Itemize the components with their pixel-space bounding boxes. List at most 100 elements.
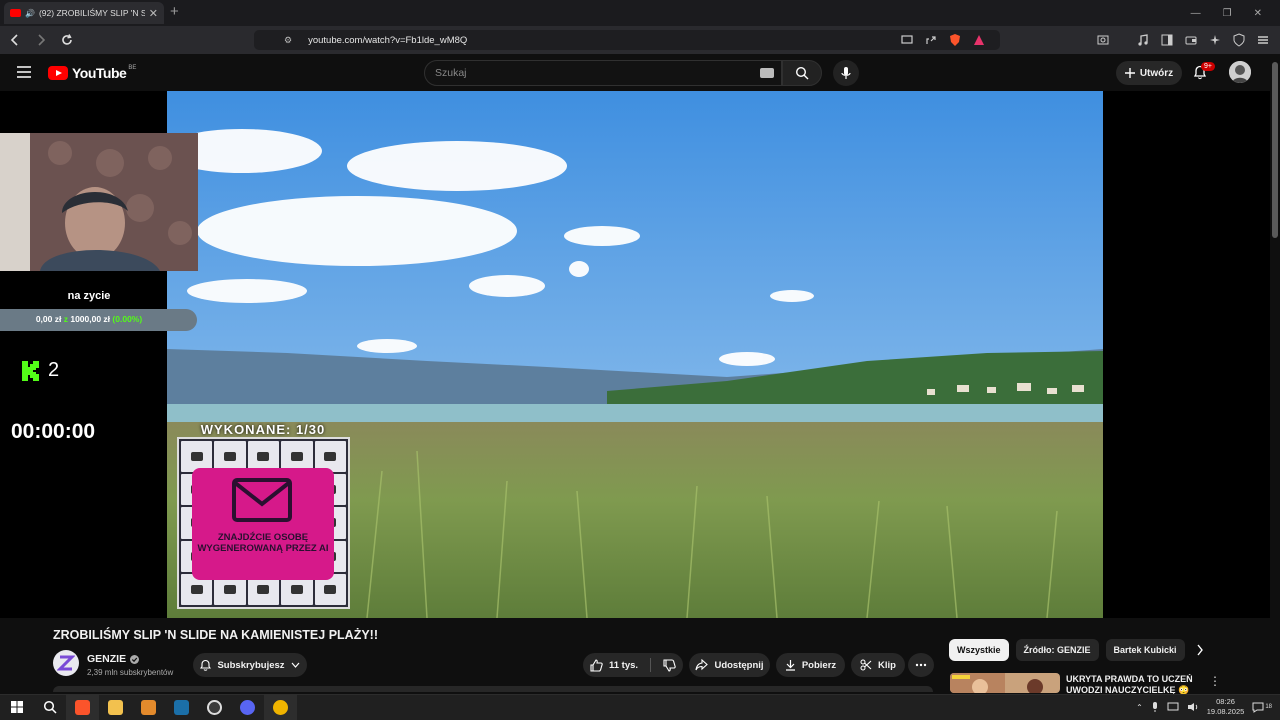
share-page-icon[interactable] bbox=[924, 33, 938, 47]
like-icon[interactable] bbox=[590, 658, 603, 672]
goal-label: na zycie bbox=[67, 290, 111, 302]
taskbar-brave[interactable] bbox=[66, 694, 99, 720]
recommended-video-title[interactable]: UKRYTA PRAWDA TO UCZEŃ UWODZI NAUCZYCIEL… bbox=[1066, 674, 1206, 694]
share-button[interactable]: Udostępnij bbox=[689, 653, 770, 677]
chat-bubble-icon bbox=[1252, 702, 1264, 713]
audio-icon[interactable]: 🔊 bbox=[25, 9, 35, 18]
site-settings-icon[interactable]: ⚙ bbox=[284, 35, 292, 46]
bingo-task-icon bbox=[257, 452, 270, 462]
tray-overflow-icon[interactable]: ⌃ bbox=[1136, 703, 1143, 712]
channel-avatar[interactable] bbox=[53, 650, 79, 676]
network-icon[interactable] bbox=[1167, 702, 1179, 712]
brave-rewards-icon[interactable] bbox=[972, 33, 986, 47]
bell-icon bbox=[200, 659, 212, 671]
scissors-icon bbox=[860, 659, 872, 671]
dislike-icon[interactable] bbox=[663, 658, 676, 672]
download-button[interactable]: Pobierz bbox=[776, 653, 845, 677]
youtube-logo[interactable]: YouTube BE bbox=[48, 65, 136, 81]
bingo-task-icon bbox=[224, 584, 237, 594]
screenshot-icon[interactable] bbox=[1096, 33, 1110, 47]
chevron-right-icon[interactable] bbox=[1196, 644, 1204, 656]
taskbar-explorer[interactable] bbox=[99, 694, 132, 720]
taskbar-obs[interactable] bbox=[198, 694, 231, 720]
channel-name[interactable]: GENZIE bbox=[87, 653, 140, 665]
music-icon[interactable] bbox=[1136, 33, 1150, 47]
notification-center-icon[interactable]: 18 bbox=[1252, 702, 1272, 713]
download-icon bbox=[785, 660, 795, 671]
microphone-icon bbox=[841, 67, 851, 79]
taskbar-chrome[interactable] bbox=[264, 694, 297, 720]
account-avatar[interactable] bbox=[1229, 61, 1251, 83]
new-tab-button[interactable]: + bbox=[170, 3, 179, 20]
brave-icon bbox=[75, 699, 90, 715]
browser-tab-strip bbox=[0, 0, 1280, 26]
taskbar-discord[interactable] bbox=[231, 694, 264, 720]
description-box[interactable] bbox=[53, 686, 933, 692]
stream-timer: 00:00:00 bbox=[11, 420, 96, 443]
sidebar-icon[interactable] bbox=[1160, 33, 1174, 47]
search-input[interactable]: Szukaj bbox=[424, 60, 782, 86]
taskbar-app-a[interactable] bbox=[132, 694, 165, 720]
recommended-more-icon[interactable]: ⋮ bbox=[1209, 674, 1221, 688]
cast-icon[interactable] bbox=[900, 33, 914, 47]
like-dislike-group: 11 tys. bbox=[583, 653, 683, 677]
subscriber-count: 2,39 mln subskrybentów bbox=[87, 668, 174, 677]
clip-label: Klip bbox=[878, 659, 896, 671]
browser-tab[interactable]: 🔊 (92) ZROBILIŚMY SLIP 'N SLIDE ✕ bbox=[4, 2, 164, 24]
lock-icon bbox=[324, 452, 337, 462]
voice-search-button[interactable] bbox=[833, 60, 859, 86]
youtube-favicon-icon bbox=[10, 9, 21, 17]
vpn-icon[interactable] bbox=[1232, 33, 1246, 47]
hamburger-menu-icon[interactable] bbox=[17, 66, 31, 78]
camera-icon bbox=[324, 584, 337, 594]
folder-icon bbox=[108, 699, 123, 715]
taskbar-search[interactable] bbox=[33, 694, 66, 720]
chip-all[interactable]: Wszystkie bbox=[949, 639, 1009, 661]
genzie-logo-icon bbox=[57, 655, 75, 671]
close-window-icon[interactable]: ✕ bbox=[1254, 8, 1262, 19]
related-filter-chips: Wszystkie Źródło: GENZIE Bartek Kubicki bbox=[949, 639, 1185, 661]
minimize-icon[interactable]: — bbox=[1191, 8, 1201, 19]
brave-shields-icon[interactable] bbox=[948, 33, 962, 47]
wallet-icon[interactable] bbox=[1184, 33, 1198, 47]
microphone-icon[interactable] bbox=[1151, 701, 1159, 713]
avatar-image-icon bbox=[1229, 61, 1251, 83]
scrollbar-thumb[interactable] bbox=[1272, 62, 1278, 238]
close-tab-icon[interactable]: ✕ bbox=[149, 7, 158, 20]
subscribed-button[interactable]: Subskrybujesz bbox=[193, 653, 307, 677]
address-bar-actions bbox=[900, 30, 986, 50]
chip-bartek-kubicki[interactable]: Bartek Kubicki bbox=[1105, 639, 1185, 661]
clock-date: 19.08.2025 bbox=[1206, 707, 1245, 716]
maximize-icon[interactable]: ❐ bbox=[1223, 8, 1232, 19]
more-actions-button[interactable] bbox=[908, 653, 934, 677]
steam-icon bbox=[174, 699, 189, 715]
bingo-task-icon bbox=[224, 452, 237, 462]
reload-icon[interactable] bbox=[60, 33, 74, 47]
windows-logo-icon bbox=[10, 701, 23, 713]
leo-ai-icon[interactable] bbox=[1208, 33, 1222, 47]
forward-icon[interactable] bbox=[34, 33, 48, 47]
like-count[interactable]: 11 tys. bbox=[609, 660, 638, 671]
window-controls: — ❐ ✕ bbox=[1191, 0, 1280, 26]
system-clock[interactable]: 08:26 19.08.2025 bbox=[1207, 697, 1245, 717]
subscribed-label: Subskrybujesz bbox=[217, 659, 285, 671]
address-bar[interactable]: ⚙ youtube.com/watch?v=Fb1lde_wM8Q bbox=[254, 30, 1000, 50]
kick-viewer-count: 2 bbox=[22, 359, 59, 382]
search-placeholder: Szukaj bbox=[435, 67, 467, 79]
keyboard-icon[interactable] bbox=[760, 68, 774, 78]
clip-button[interactable]: Klip bbox=[851, 653, 905, 677]
goal-amount: 0,00 zł bbox=[35, 314, 62, 324]
bingo-task-icon bbox=[290, 584, 303, 594]
url-text: youtube.com/watch?v=Fb1lde_wM8Q bbox=[308, 34, 468, 46]
volume-icon[interactable] bbox=[1187, 702, 1199, 712]
recommended-video-thumbnail[interactable] bbox=[950, 673, 1060, 693]
menu-icon[interactable] bbox=[1256, 33, 1270, 47]
taskbar-steam[interactable] bbox=[165, 694, 198, 720]
chip-from-genzie[interactable]: Źródło: GENZIE bbox=[1015, 639, 1099, 661]
back-icon[interactable] bbox=[8, 33, 22, 47]
search-button[interactable] bbox=[782, 60, 822, 86]
start-button[interactable] bbox=[0, 694, 33, 720]
bingo-task-icon bbox=[190, 452, 203, 462]
webcam-image-icon bbox=[0, 133, 198, 271]
create-button[interactable]: Utwórz bbox=[1116, 61, 1182, 85]
